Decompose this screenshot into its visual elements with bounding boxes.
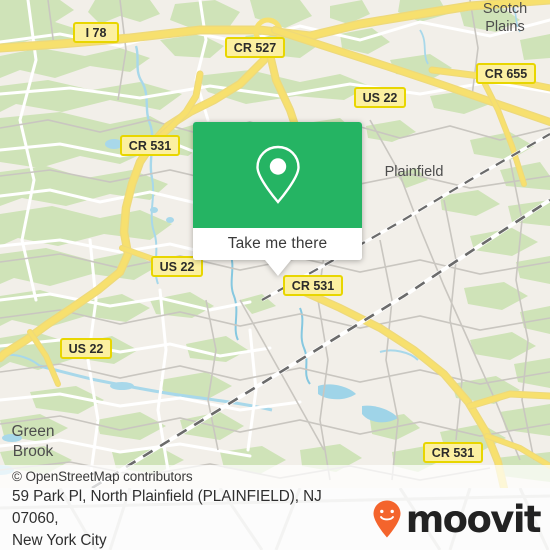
road-shield-cr-527: CR 527 — [225, 37, 285, 58]
footer-content: 59 Park Pl, North Plainfield (PLAINFIELD… — [0, 488, 550, 550]
take-me-there-label[interactable]: Take me there — [193, 228, 362, 260]
svg-text:CR 655: CR 655 — [485, 67, 527, 81]
place-label-plainfield: Plainfield — [385, 164, 444, 180]
place-label-scotch-plains-line1: Scotch — [483, 1, 527, 17]
svg-text:I 78: I 78 — [86, 26, 107, 40]
svg-text:CR 531: CR 531 — [432, 446, 474, 460]
address-line-1: 59 Park Pl, North Plainfield (PLAINFIELD… — [12, 488, 322, 527]
svg-text:US 22: US 22 — [69, 342, 104, 356]
svg-text:CR 527: CR 527 — [234, 41, 276, 55]
road-shield-cr-531-center: CR 531 — [283, 275, 343, 296]
road-shield-us-22-lower: US 22 — [60, 338, 112, 359]
moovit-map-screenshot: Scotch Plains Plainfield Green Brook I 7… — [0, 0, 550, 550]
place-label-scotch-plains-line2: Plains — [485, 19, 525, 35]
moovit-wordmark: moovit — [405, 497, 542, 541]
footer-bar: 59 Park Pl, North Plainfield (PLAINFIELD… — [0, 488, 550, 550]
map-pin-icon — [255, 145, 300, 204]
road-shield-cr-531-upper: CR 531 — [120, 135, 180, 156]
road-shield-us-22-top: US 22 — [354, 87, 406, 108]
popup-image-area — [193, 122, 362, 228]
moovit-smiley-pin-icon — [373, 500, 401, 538]
moovit-brand[interactable]: moovit — [372, 497, 542, 541]
road-shield-cr-655: CR 655 — [476, 63, 536, 84]
place-label-green-brook-line1: Green — [11, 423, 54, 440]
svg-text:CR 531: CR 531 — [129, 139, 171, 153]
osm-attribution-text: © OpenStreetMap contributors — [12, 469, 193, 484]
popup-body: Take me there — [193, 122, 362, 260]
place-label-green-brook-line2: Brook — [13, 443, 54, 460]
osm-attribution-bar: © OpenStreetMap contributors — [0, 465, 550, 488]
map-popup[interactable]: Take me there — [193, 122, 362, 276]
svg-text:CR 531: CR 531 — [292, 279, 334, 293]
road-shield-cr-531-lower: CR 531 — [423, 442, 483, 463]
svg-text:US 22: US 22 — [363, 91, 398, 105]
address-line-2: New York City — [12, 532, 107, 549]
address-text: 59 Park Pl, North Plainfield (PLAINFIELD… — [12, 488, 372, 550]
svg-text:US 22: US 22 — [160, 260, 195, 274]
road-shield-i-78: I 78 — [73, 22, 119, 43]
popup-tail — [265, 259, 291, 276]
